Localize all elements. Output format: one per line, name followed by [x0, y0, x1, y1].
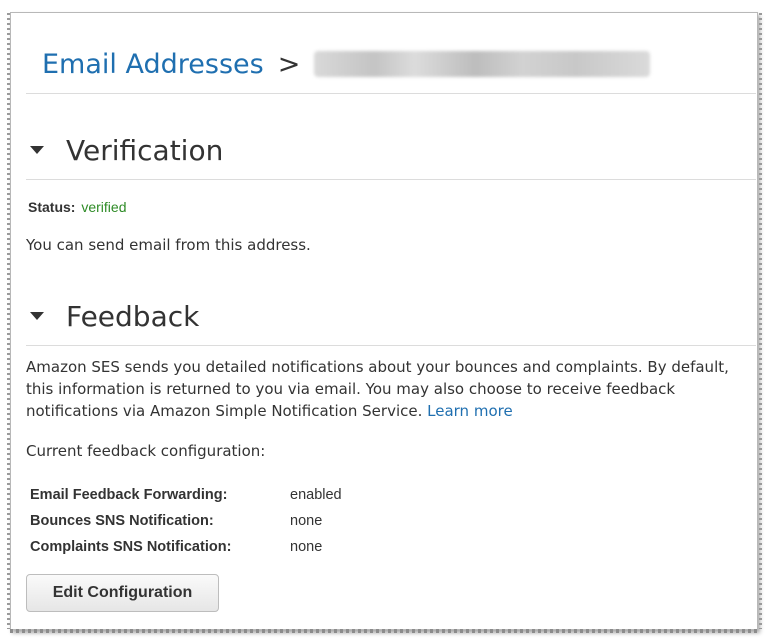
feedback-section-header[interactable]: Feedback [30, 296, 199, 336]
config-key: Email Feedback Forwarding: [30, 487, 228, 503]
config-value: enabled [290, 487, 342, 503]
feedback-title: Feedback [66, 299, 200, 333]
breadcrumb-separator: > [277, 48, 301, 80]
config-value: none [290, 539, 323, 555]
feedback-config-table: Email Feedback Forwarding: enabled Bounc… [30, 482, 342, 560]
config-key: Complaints SNS Notification: [30, 539, 232, 555]
config-key: Bounces SNS Notification: [30, 513, 214, 529]
status-label: Status: [28, 199, 76, 215]
feedback-divider [26, 345, 756, 346]
verification-section-header[interactable]: Verification [30, 130, 223, 170]
edit-configuration-button[interactable]: Edit Configuration [26, 574, 219, 612]
breadcrumb-email-addresses-link[interactable]: Email Addresses [42, 49, 264, 80]
config-row: Email Feedback Forwarding: enabled [30, 482, 342, 508]
config-row: Complaints SNS Notification: none [30, 534, 342, 560]
verification-title: Verification [66, 133, 224, 167]
triangle-down-icon[interactable] [30, 146, 44, 154]
config-row: Bounces SNS Notification: none [30, 508, 342, 534]
learn-more-link[interactable]: Learn more [427, 402, 513, 420]
config-value: none [290, 513, 323, 529]
verification-status: Status: verified [28, 199, 126, 215]
status-value: verified [81, 199, 127, 215]
header-divider [26, 93, 756, 94]
verification-divider [26, 179, 756, 180]
redacted-email-address [314, 51, 651, 77]
breadcrumb: Email Addresses > [42, 44, 651, 84]
verification-message: You can send email from this address. [26, 236, 311, 254]
feedback-description: Amazon SES sends you detailed notificati… [26, 356, 746, 422]
feedback-description-text: Amazon SES sends you detailed notificati… [26, 358, 729, 420]
current-config-label: Current feedback configuration: [26, 442, 266, 460]
triangle-down-icon[interactable] [30, 312, 44, 320]
torn-edge [10, 629, 758, 633]
